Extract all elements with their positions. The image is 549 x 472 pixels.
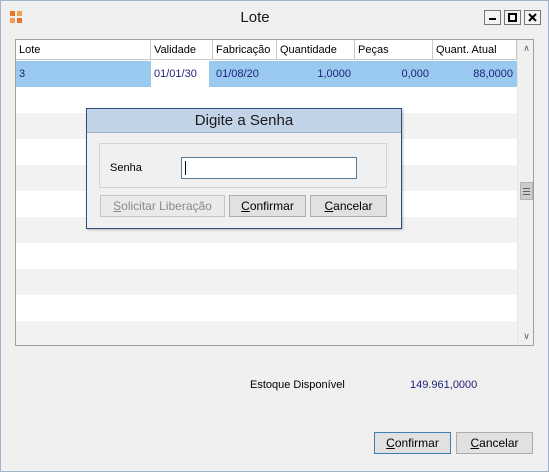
text-caret (185, 161, 186, 175)
close-button[interactable] (524, 10, 541, 25)
column-header-fabricacao[interactable]: Fabricação (213, 40, 277, 60)
grid-header: Lote Validade Fabricação Quantidade Peça… (16, 40, 517, 60)
request-release-button[interactable]: Solicitar Liberação (100, 195, 225, 217)
minimize-icon (489, 18, 496, 20)
password-group: Senha (99, 143, 387, 188)
cancel-accel: C (470, 436, 480, 450)
table-row[interactable]: 3 01/01/30 01/08/20 1,0000 0,000 88,0000 (16, 61, 517, 87)
empty-row (16, 269, 517, 295)
cell-lote[interactable]: 3 (16, 61, 151, 87)
cell-quantidade[interactable]: 1,0000 (277, 61, 355, 87)
window-title: Lote (240, 9, 270, 26)
vertical-scrollbar[interactable]: ∧ ∨ (517, 40, 533, 345)
confirm-label: onfirmar (394, 436, 439, 450)
password-label: Senha (110, 162, 142, 174)
scroll-thumb[interactable] (520, 182, 533, 200)
cell-pecas[interactable]: 0,000 (355, 61, 433, 87)
column-header-quant-atual[interactable]: Quant. Atual (433, 40, 517, 60)
column-header-validade[interactable]: Validade (151, 40, 213, 60)
empty-row (16, 243, 517, 269)
scroll-down-icon[interactable]: ∨ (518, 328, 533, 345)
confirm-accel: C (386, 436, 395, 450)
dialog-cancel-label: ancelar (333, 199, 373, 213)
cell-validade[interactable]: 01/01/30 (151, 61, 209, 87)
minimize-button[interactable] (484, 10, 501, 25)
column-header-lote[interactable]: Lote (16, 40, 151, 60)
dialog-confirm-button[interactable]: Confirmar (229, 195, 306, 217)
close-icon (528, 13, 537, 22)
password-input[interactable] (181, 157, 357, 179)
cancel-button[interactable]: Cancelar (456, 432, 533, 454)
request-accel: S (113, 199, 122, 213)
confirm-button[interactable]: Confirmar (374, 432, 451, 454)
scroll-up-icon[interactable]: ∧ (518, 40, 533, 57)
cell-fabricacao[interactable]: 01/08/20 (213, 61, 277, 87)
maximize-button[interactable] (504, 10, 521, 25)
title-bar[interactable]: Lote (1, 1, 548, 33)
stock-value: 149.961,0000 (410, 379, 478, 391)
column-header-quantidade[interactable]: Quantidade (277, 40, 355, 60)
stock-label: Estoque Disponível (250, 379, 345, 391)
empty-row (16, 321, 517, 345)
dialog-cancel-button[interactable]: Cancelar (310, 195, 387, 217)
dialog-confirm-accel: C (241, 199, 250, 213)
empty-row (16, 295, 517, 321)
lote-window: Lote Lote Validade Fabricação Quantidade… (0, 0, 549, 472)
column-header-pecas[interactable]: Peças (355, 40, 433, 60)
request-label: olicitar Liberação (121, 199, 212, 213)
dialog-confirm-label: onfirmar (249, 199, 294, 213)
maximize-icon (508, 13, 517, 22)
cancel-label: ancelar (479, 436, 519, 450)
cell-quant-atual[interactable]: 88,0000 (433, 61, 517, 87)
dialog-title[interactable]: Digite a Senha (87, 109, 401, 133)
password-dialog: Digite a Senha Senha Solicitar Liberação… (86, 108, 402, 229)
dialog-cancel-accel: C (324, 199, 334, 213)
